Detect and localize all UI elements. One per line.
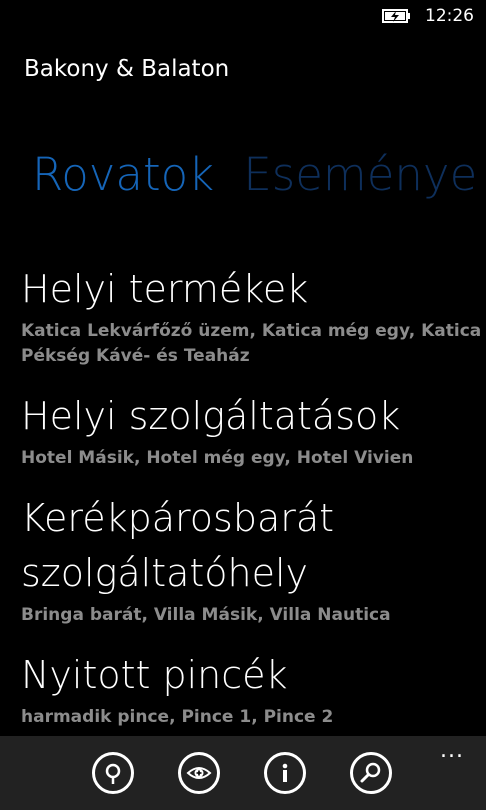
list-item-title: Kerékpárosbarát — [21, 496, 335, 540]
info-button[interactable] — [264, 752, 306, 794]
app-title: Bakony & Balaton — [24, 56, 230, 82]
list-item-subtitle: harmadik pince, Pince 1, Pince 2 — [21, 707, 334, 727]
list-item-subtitle: Katica Lekvárfőző üzem, Katica még egy, … — [21, 321, 482, 366]
list-item-subtitle: Hotel Másik, Hotel még egy, Hotel Vivien — [21, 448, 414, 468]
list-item-subtitle: Bringa barát, Villa Másik, Villa Nautica — [21, 605, 391, 625]
list-item-title: Helyi termékek — [21, 267, 309, 311]
list-item-title: Nyitott pincék — [21, 653, 288, 697]
view-add-button[interactable] — [178, 752, 220, 794]
list-item-kerekparosbarat[interactable]: Kerékpárosbarát szolgáltatóhely Bringa b… — [21, 491, 486, 628]
search-button[interactable] — [350, 752, 392, 794]
category-list: Helyi termékek Katica Lekvárfőző üzem, K… — [21, 262, 486, 750]
more-options-button[interactable]: ... — [440, 738, 464, 763]
pivot-tab-rovatok[interactable]: Rovatok — [32, 148, 214, 201]
list-item-nyitott-pincek[interactable]: Nyitott pincék harmadik pince, Pince 1, … — [21, 648, 486, 730]
info-icon — [282, 763, 288, 782]
app-bar: ... — [0, 736, 486, 810]
list-item-helyi-termekek[interactable]: Helyi termékek Katica Lekvárfőző üzem, K… — [21, 262, 486, 369]
search-icon — [360, 762, 381, 783]
clock: 12:26 — [425, 6, 474, 26]
list-item-title-line2: szolgáltatóhely — [21, 551, 309, 595]
battery-charging-icon — [382, 9, 410, 23]
pivot-tab-esemenyek[interactable]: Eseménye — [243, 148, 477, 201]
map-pin-button[interactable] — [92, 752, 134, 794]
list-item-helyi-szolgaltatasok[interactable]: Helyi szolgáltatások Hotel Másik, Hotel … — [21, 389, 486, 471]
pivot-header: Rovatok Eseménye — [32, 148, 477, 201]
status-bar: 12:26 — [0, 0, 486, 34]
list-item-title: Helyi szolgáltatások — [21, 394, 401, 438]
eye-add-icon — [186, 767, 212, 779]
map-pin-icon — [105, 763, 121, 784]
